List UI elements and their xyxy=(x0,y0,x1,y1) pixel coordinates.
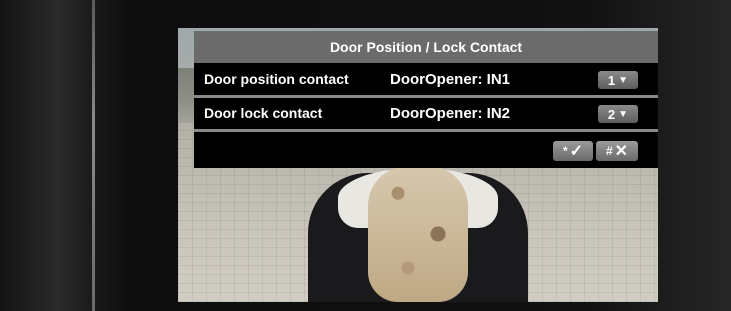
row-label: Door position contact xyxy=(204,71,349,87)
star-key-icon: * xyxy=(562,144,568,158)
select-value: 2 xyxy=(607,106,616,122)
row-door-position-contact: Door position contact DoorOpener: IN1 1 … xyxy=(194,64,658,95)
row-door-lock-contact: Door lock contact DoorOpener: IN2 2 ▼ xyxy=(194,98,658,129)
row-value: DoorOpener: IN2 xyxy=(390,105,511,122)
dialog-title: Door Position / Lock Contact xyxy=(194,31,658,63)
cancel-button[interactable]: # ✕ xyxy=(596,141,638,161)
row-label: Door lock contact xyxy=(204,105,323,121)
chevron-down-icon: ▼ xyxy=(618,108,629,120)
hash-key-icon: # xyxy=(605,144,613,158)
person-scarf xyxy=(368,166,468,302)
bezel-divider xyxy=(92,0,95,311)
confirm-button[interactable]: * ✓ xyxy=(553,141,593,161)
dialog-footer: * ✓ # ✕ xyxy=(194,132,658,168)
checkmark-icon: ✓ xyxy=(569,143,584,160)
row-value: DoorOpener: IN1 xyxy=(390,71,511,88)
chevron-down-icon: ▼ xyxy=(618,74,629,86)
door-position-select[interactable]: 1 ▼ xyxy=(598,71,638,89)
select-value: 1 xyxy=(607,72,616,88)
door-lock-select[interactable]: 2 ▼ xyxy=(598,105,638,123)
door-contact-dialog: Door Position / Lock Contact Door positi… xyxy=(194,31,658,168)
close-icon: ✕ xyxy=(614,143,629,160)
